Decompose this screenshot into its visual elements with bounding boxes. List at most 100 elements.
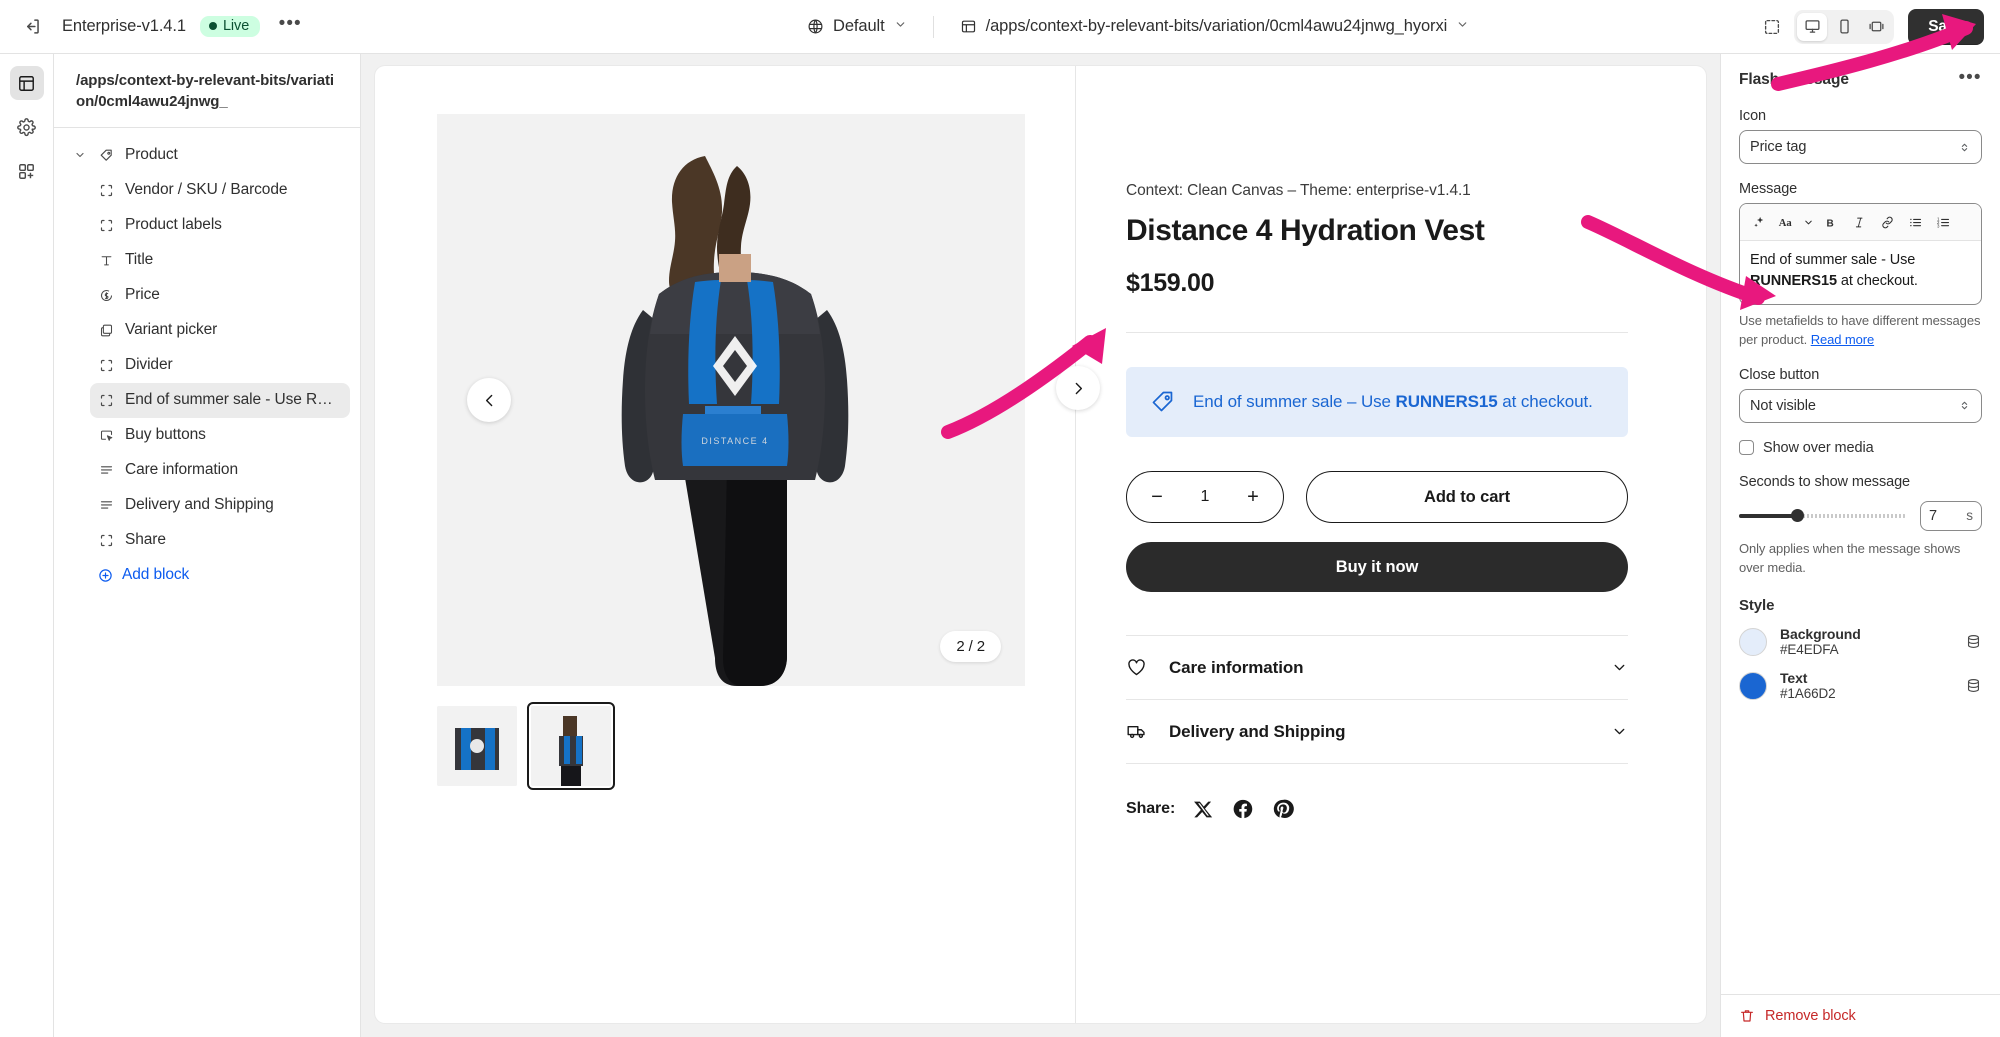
topbar-divider [932, 15, 934, 38]
add-block-button[interactable]: Add block [90, 558, 350, 593]
page-selector[interactable]: /apps/context-by-relevant-bits/variation… [950, 11, 1480, 42]
pinterest-icon[interactable] [1272, 798, 1295, 820]
tag-icon [98, 147, 115, 164]
live-dot-icon [208, 22, 217, 30]
chevron-down-icon[interactable] [72, 149, 88, 161]
background-name: Background [1780, 626, 1861, 643]
save-button[interactable]: Save [1908, 8, 1984, 45]
buy-it-now-button[interactable]: Buy it now [1126, 542, 1628, 592]
background-color-swatch[interactable] [1739, 627, 1767, 656]
bold-icon[interactable]: B [1818, 209, 1844, 235]
numbered-list-icon[interactable]: 123 [1930, 209, 1956, 235]
block-icon [98, 182, 115, 199]
database-icon[interactable] [1965, 677, 1982, 694]
seconds-input[interactable]: 7 s [1920, 500, 1982, 531]
exit-icon[interactable] [16, 11, 48, 43]
mobile-icon[interactable] [1829, 13, 1859, 41]
quantity-increase-button[interactable]: + [1243, 487, 1263, 507]
product-gallery: DISTANCE 4 2 / 2 [375, 66, 1100, 1023]
message-bold-text: RUNNERS15 [1750, 273, 1837, 290]
text-color-swatch[interactable] [1739, 671, 1767, 700]
block-list: Product Vendor / SKU / Barcode Product la… [54, 128, 360, 593]
checkbox-box[interactable] [1739, 440, 1754, 456]
chevron-down-icon [1611, 723, 1628, 740]
text-style-icon[interactable]: Aa [1774, 209, 1798, 235]
close-button-field: Close button Not visible [1739, 367, 1982, 423]
fullwidth-icon[interactable] [1861, 13, 1891, 41]
sidebar-item-delivery-and-shipping[interactable]: Delivery and Shipping [90, 488, 350, 523]
inspector-more-menu-button[interactable]: ••• [1958, 68, 1982, 92]
text-value: #1A66D2 [1780, 686, 1836, 702]
sections-icon[interactable] [9, 66, 44, 100]
sparkle-icon[interactable] [1746, 209, 1772, 235]
gallery-thumbnail[interactable] [437, 706, 517, 786]
quantity-stepper[interactable]: − 1 + [1126, 471, 1284, 523]
chevron-down-icon[interactable] [1800, 209, 1816, 235]
sidebar-group-product[interactable]: Product [64, 138, 350, 173]
italic-icon[interactable] [1846, 209, 1872, 235]
sidebar-item-price[interactable]: Price [90, 278, 350, 313]
accordion-care-information[interactable]: Care information [1126, 635, 1628, 699]
sidebar-item-share[interactable]: Share [90, 523, 350, 558]
sidebar-item-label: Buy buttons [125, 426, 206, 444]
svg-text:B: B [1826, 218, 1833, 229]
chevron-updown-icon [1958, 399, 1971, 412]
seconds-unit: s [1966, 508, 1973, 524]
x-icon[interactable] [1193, 799, 1214, 820]
close-button-select[interactable]: Not visible [1739, 388, 1982, 423]
chevron-right-icon [1070, 380, 1087, 397]
product-photo: DISTANCE 4 [437, 114, 1025, 686]
remove-block-button[interactable]: Remove block [1721, 994, 2000, 1037]
icon-select[interactable]: Price tag [1739, 130, 1982, 164]
slider-knob[interactable] [1791, 509, 1805, 523]
sidebar-item-title[interactable]: Title [90, 243, 350, 278]
flash-discount-code: RUNNERS15 [1395, 392, 1498, 411]
sidebar-item-divider[interactable]: Divider [90, 348, 350, 383]
sidebar-item-vendor-sku-barcode[interactable]: Vendor / SKU / Barcode [90, 173, 350, 208]
theme-more-menu-button[interactable]: ••• [274, 11, 306, 43]
show-over-media-checkbox[interactable]: Show over media [1739, 440, 1982, 456]
editor-toolbar: Aa B 1 2 3 [1740, 204, 1981, 241]
divider [1126, 332, 1628, 333]
message-helper-text: Use metafields to have different message… [1739, 312, 1982, 350]
style-row-background: Background #E4EDFA [1739, 626, 1982, 657]
sidebar-item-variant-picker[interactable]: Variant picker [90, 313, 350, 348]
add-to-cart-button[interactable]: Add to cart [1306, 471, 1628, 523]
gallery-next-button[interactable] [1056, 366, 1100, 410]
bulleted-list-icon[interactable] [1902, 209, 1928, 235]
sidebar-item-buy-buttons[interactable]: Buy buttons [90, 418, 350, 453]
apps-icon[interactable] [10, 154, 44, 188]
locale-selector[interactable]: Default [797, 11, 917, 42]
settings-gear-icon[interactable] [10, 110, 44, 144]
link-icon[interactable] [1874, 209, 1900, 235]
message-input[interactable]: End of summer sale - Use RUNNERS15 at ch… [1740, 241, 1981, 304]
product-title: Distance 4 Hydration Vest [1126, 214, 1485, 247]
chevron-updown-icon [1958, 141, 1971, 154]
gallery-thumbnails [437, 702, 1025, 790]
list-icon [98, 462, 115, 479]
quantity-decrease-button[interactable]: − [1147, 487, 1167, 507]
svg-text:Aa: Aa [1778, 218, 1792, 229]
database-icon[interactable] [1965, 633, 1982, 650]
accordion-delivery-and-shipping[interactable]: Delivery and Shipping [1126, 699, 1628, 764]
svg-text:3: 3 [1936, 223, 1939, 228]
desktop-icon[interactable] [1797, 12, 1828, 41]
read-more-link[interactable]: Read more [1811, 332, 1875, 347]
preview-canvas: DISTANCE 4 2 / 2 Context: Clean Canvas –… [375, 66, 1706, 1023]
gallery-thumbnail[interactable] [527, 702, 615, 790]
price-tag-icon [1150, 389, 1176, 415]
flash-text-after: at checkout. [1497, 392, 1593, 411]
sidebar-item-care-information[interactable]: Care information [90, 453, 350, 488]
inspector-panel: Flash message ••• Icon Price tag Message [1720, 54, 2000, 1037]
inspector-icon[interactable] [1756, 11, 1788, 43]
sidebar-item-end-of-summer-sale-use-run[interactable]: End of summer sale - Use RUN... [90, 382, 350, 418]
close-button-select-value: Not visible [1750, 397, 1816, 414]
sidebar-item-product-labels[interactable]: Product labels [90, 208, 350, 243]
seconds-slider[interactable] [1739, 507, 1906, 525]
text-name: Text [1780, 670, 1808, 687]
facebook-icon[interactable] [1232, 798, 1254, 820]
slider-fill [1739, 513, 1798, 518]
inspector-scroll: Flash message ••• Icon Price tag Message [1721, 54, 2000, 994]
gallery-prev-button[interactable] [467, 378, 511, 422]
heart-icon [1126, 657, 1147, 678]
